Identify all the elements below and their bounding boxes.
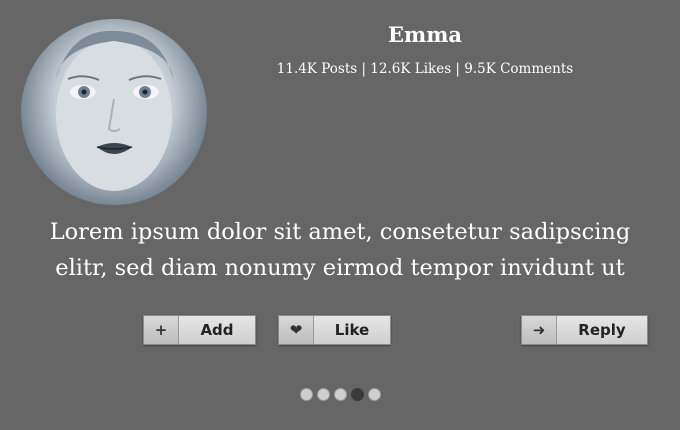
reply-button-label: Reply: [578, 321, 626, 339]
pagination-dot[interactable]: [316, 388, 330, 401]
pagination-dot[interactable]: [350, 388, 364, 401]
message-line-1: Lorem ipsum dolor sit amet, consetetur s…: [49, 219, 631, 245]
pagination-dot[interactable]: [367, 388, 381, 401]
profile-stats: 11.4K Posts | 12.6K Likes | 9.5K Comment…: [276, 61, 574, 77]
pagination-dots: [0, 388, 680, 401]
like-button[interactable]: ❤ Like: [278, 315, 391, 345]
add-button[interactable]: + Add: [143, 315, 256, 345]
heart-icon: ❤: [279, 316, 314, 344]
profile-name: Emma: [387, 22, 463, 47]
plus-icon: +: [144, 316, 179, 344]
reply-button[interactable]: ➜ Reply: [521, 315, 648, 345]
profile-photo: [56, 30, 173, 191]
message-text: Lorem ipsum dolor sit amet, consetetur s…: [20, 214, 660, 286]
avatar: [21, 19, 207, 205]
arrow-right-icon: ➜: [522, 316, 557, 344]
pagination-dot[interactable]: [299, 388, 313, 401]
pagination-dot[interactable]: [333, 388, 347, 401]
message-line-2: elitr, sed diam nonumy eirmod tempor inv…: [55, 255, 625, 281]
add-button-label: Add: [200, 321, 234, 339]
like-button-label: Like: [334, 321, 370, 339]
